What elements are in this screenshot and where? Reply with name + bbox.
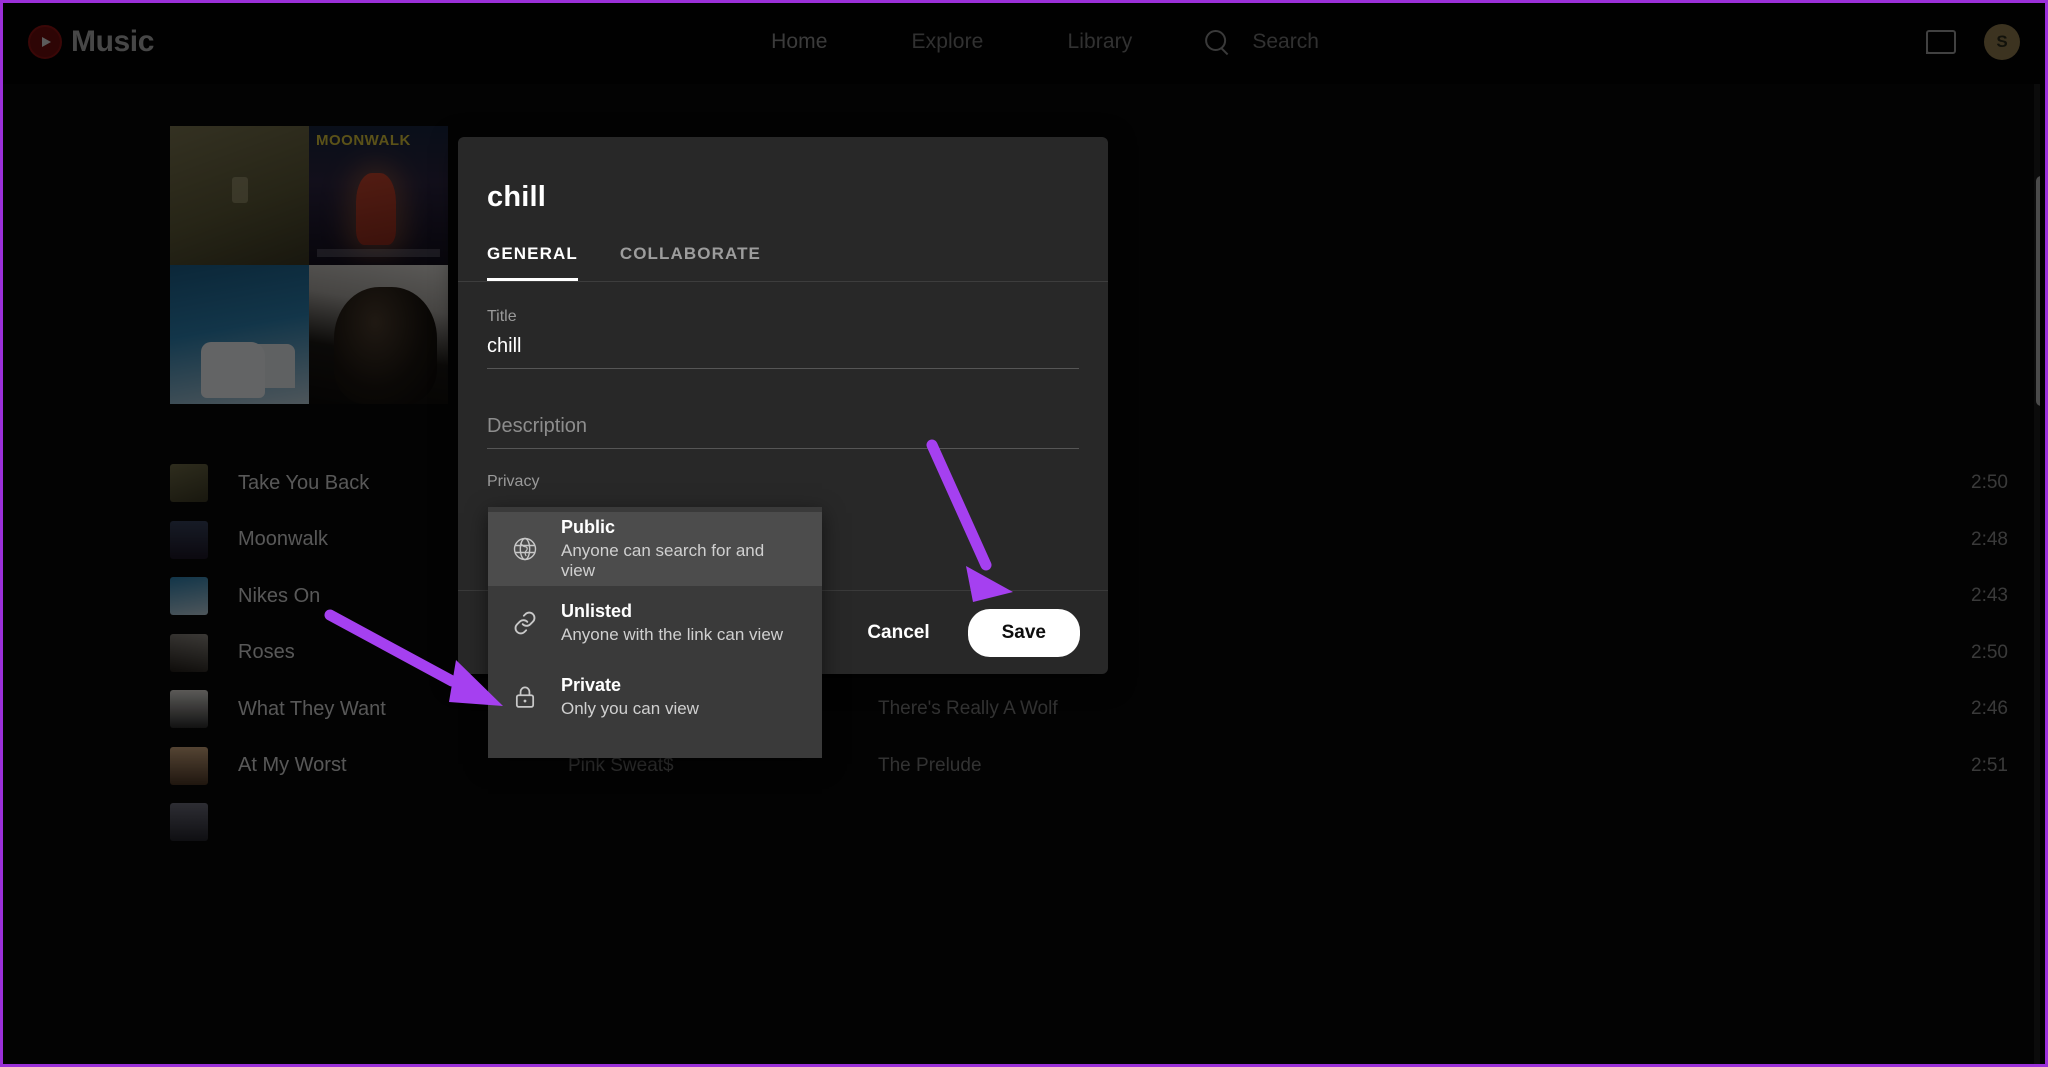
track-duration: 2:50 xyxy=(1948,472,2008,494)
table-row[interactable]: At My Worst Pink Sweat$ The Prelude 2:51 xyxy=(170,738,2008,795)
dialog-form: Title chill Description Privacy xyxy=(458,282,1108,491)
track-duration: 2:48 xyxy=(1948,529,2008,551)
dialog-tabs: GENERAL COLLABORATE xyxy=(458,214,1108,282)
window-right-edge xyxy=(2040,0,2048,1067)
privacy-option-unlisted[interactable]: Unlisted Anyone with the link can view xyxy=(488,586,822,660)
track-album: There's Really A Wolf xyxy=(878,698,1948,720)
lock-icon xyxy=(510,682,540,712)
track-thumbnail xyxy=(170,690,208,728)
search-box[interactable]: Search xyxy=(1204,29,1319,55)
top-bar-right: S xyxy=(1926,24,2020,60)
title-field-label: Title xyxy=(487,308,1079,326)
description-input[interactable]: Description xyxy=(487,415,1079,449)
tab-collaborate[interactable]: COLLABORATE xyxy=(598,244,761,281)
top-navigation-bar: Music Home Explore Library Search S xyxy=(0,0,2048,84)
artwork-tile-4 xyxy=(309,265,448,404)
cancel-button[interactable]: Cancel xyxy=(843,610,953,656)
page-title: chill xyxy=(458,137,1108,214)
privacy-field-label: Privacy xyxy=(487,473,1079,491)
privacy-option-name: Public xyxy=(561,517,800,538)
track-artist: Pink Sweat$ xyxy=(568,755,878,777)
track-thumbnail xyxy=(170,577,208,615)
privacy-option-name: Private xyxy=(561,675,699,696)
privacy-option-description: Anyone with the link can view xyxy=(561,625,783,645)
track-thumbnail xyxy=(170,521,208,559)
tab-general[interactable]: GENERAL xyxy=(487,244,598,281)
brand-name: Music xyxy=(71,25,154,59)
primary-nav: Home Explore Library Search xyxy=(729,29,1319,55)
nav-explore[interactable]: Explore xyxy=(870,30,1026,54)
link-icon xyxy=(510,608,540,638)
track-duration: 2:46 xyxy=(1948,698,2008,720)
avatar[interactable]: S xyxy=(1984,24,2020,60)
track-duration: 2:43 xyxy=(1948,585,2008,607)
youtube-music-logo-icon xyxy=(28,25,62,59)
artwork-tile-3 xyxy=(170,265,309,404)
track-thumbnail xyxy=(170,803,208,841)
artwork-tile-2-title: MOONWALK xyxy=(316,132,411,149)
track-album: The Prelude xyxy=(878,755,1948,777)
search-label: Search xyxy=(1252,30,1319,54)
globe-icon xyxy=(510,534,540,564)
title-input[interactable]: chill xyxy=(487,335,1079,369)
playlist-artwork[interactable]: MOONWALK xyxy=(170,126,448,404)
privacy-option-private[interactable]: Private Only you can view xyxy=(488,660,822,734)
title-field-group: Title chill xyxy=(487,308,1079,369)
track-duration: 2:51 xyxy=(1948,755,2008,777)
privacy-option-description: Anyone can search for and view xyxy=(561,541,800,581)
cast-icon[interactable] xyxy=(1926,30,1956,54)
track-duration: 2:50 xyxy=(1948,642,2008,664)
track-thumbnail xyxy=(170,634,208,672)
brand-logo[interactable]: Music xyxy=(28,25,154,59)
privacy-option-public[interactable]: Public Anyone can search for and view xyxy=(488,512,822,586)
table-row[interactable]: What They Want There's Really A Wolf 2:4… xyxy=(170,681,2008,738)
privacy-option-name: Unlisted xyxy=(561,601,783,622)
nav-home[interactable]: Home xyxy=(729,30,869,54)
description-field-group: Description xyxy=(487,415,1079,449)
track-thumbnail xyxy=(170,747,208,785)
nav-library[interactable]: Library xyxy=(1025,30,1174,54)
search-icon xyxy=(1204,29,1230,55)
artwork-tile-1 xyxy=(170,126,309,265)
track-thumbnail xyxy=(170,464,208,502)
table-row[interactable] xyxy=(170,794,2008,851)
save-button[interactable]: Save xyxy=(968,609,1080,657)
privacy-option-description: Only you can view xyxy=(561,699,699,719)
privacy-dropdown-menu: Public Anyone can search for and view Un… xyxy=(488,507,822,758)
artwork-tile-2: MOONWALK xyxy=(309,126,448,265)
